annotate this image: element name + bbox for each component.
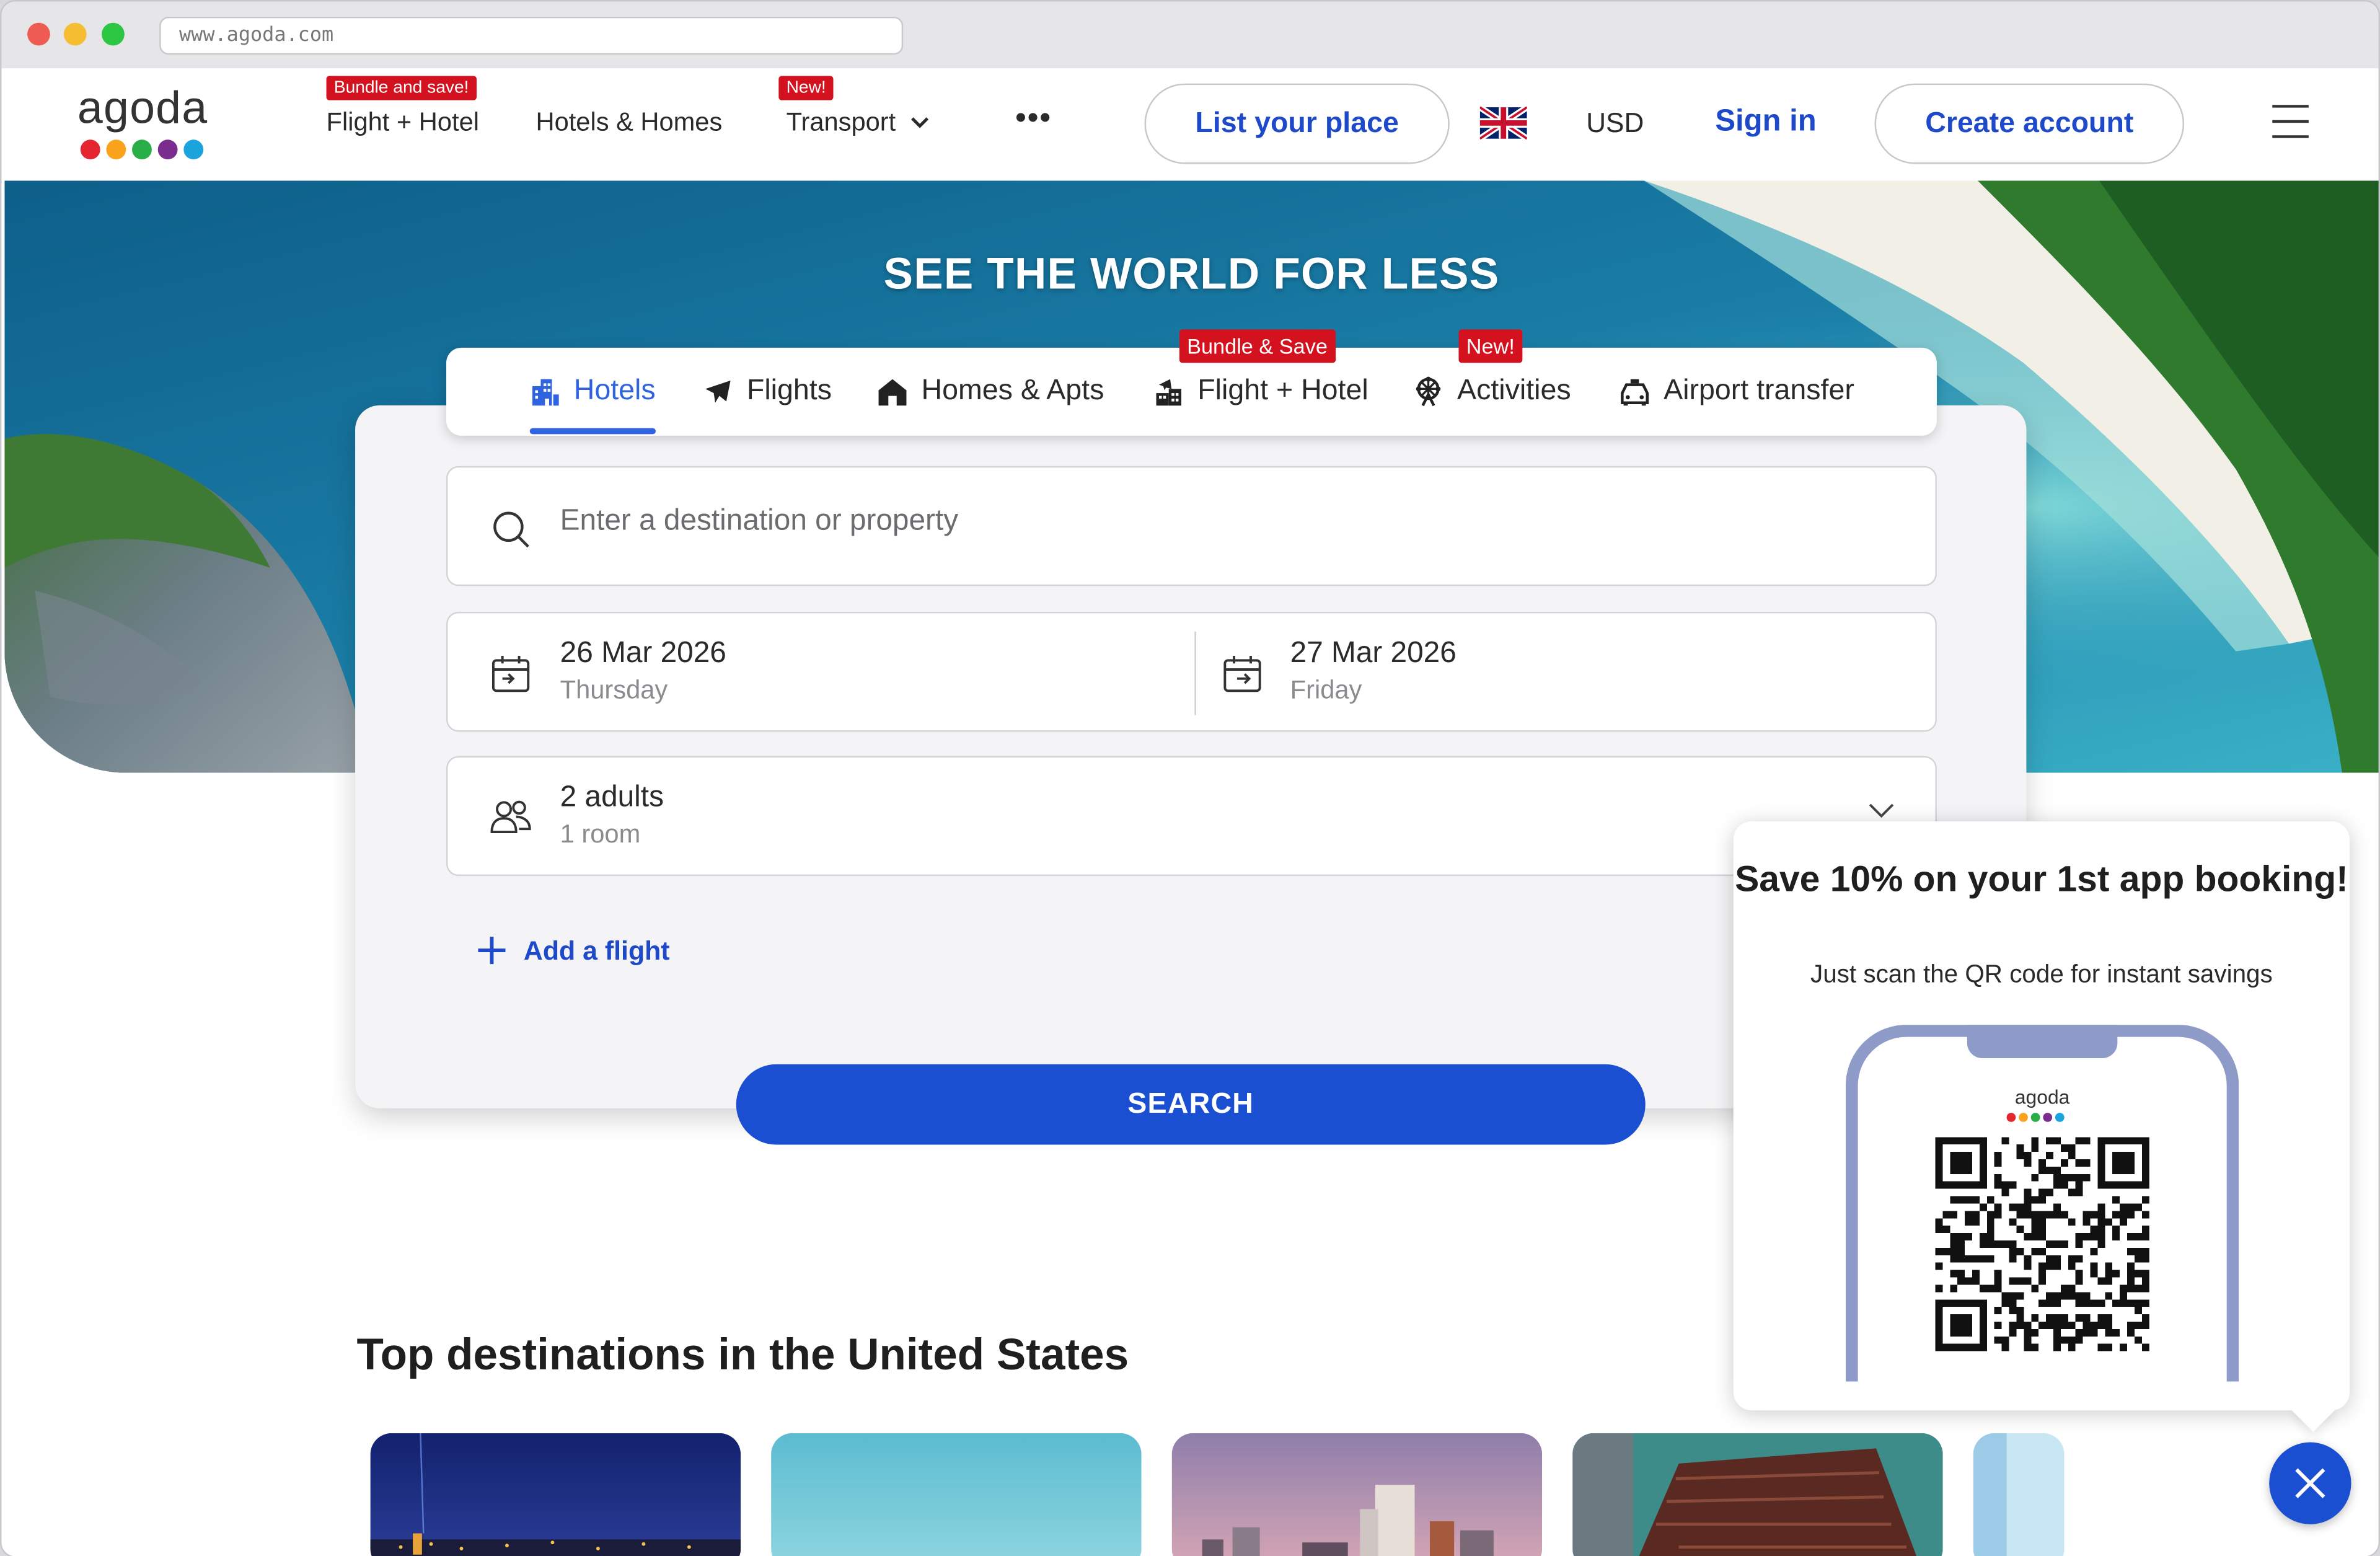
calendar-checkin-icon — [491, 655, 530, 692]
tab-hotels[interactable]: Hotels — [528, 348, 656, 436]
close-window-icon[interactable] — [27, 22, 50, 46]
nav-transport-label: Transport — [786, 107, 896, 137]
browser-window: www.agoda.com agoda Bundle and save! Fli… — [0, 0, 2380, 1556]
new-badge: New! — [778, 76, 834, 100]
popup-tail — [2291, 1389, 2335, 1432]
app-promo-popup: Save 10% on your 1st app booking! Just s… — [1733, 821, 2350, 1432]
tab-homes-apts[interactable]: Homes & Apts — [876, 348, 1104, 436]
create-account-button[interactable]: Create account — [1874, 83, 2185, 164]
search-icon — [493, 511, 529, 548]
hero-title: SEE THE WORLD FOR LESS — [883, 250, 1500, 299]
address-bar[interactable]: www.agoda.com — [159, 16, 904, 55]
hamburger-menu-icon[interactable] — [2272, 104, 2309, 140]
browser-titlebar: www.agoda.com — [1, 1, 2379, 69]
close-icon — [2295, 1468, 2325, 1498]
list-your-place-button[interactable]: List your place — [1144, 83, 1450, 164]
airplane-icon — [705, 380, 731, 403]
chevron-down-icon — [911, 117, 929, 128]
destination-card-5[interactable] — [1973, 1433, 2065, 1556]
search-button[interactable]: SEARCH — [736, 1064, 1646, 1145]
checkout-day: Friday — [1290, 675, 1362, 705]
ferris-wheel-icon — [1416, 376, 1441, 407]
destination-placeholder: Enter a destination or property — [560, 504, 959, 537]
tab-homes-apts-label: Homes & Apts — [921, 374, 1104, 407]
destination-card-2[interactable] — [771, 1433, 1142, 1556]
phone-mockup: agoda — [1845, 1025, 2239, 1382]
destination-card-3[interactable] — [1171, 1433, 1543, 1556]
flight-hotel-icon — [1156, 379, 1181, 406]
car-icon — [1621, 379, 1649, 406]
rooms-count: 1 room — [560, 820, 641, 849]
tab-flights-label: Flights — [746, 374, 832, 407]
checkin-day: Thursday — [560, 675, 668, 705]
tab-airport-transfer-label: Airport transfer — [1664, 374, 1854, 407]
phone-logo: agoda — [2014, 1085, 2070, 1108]
checkout-date-picker[interactable]: 27 Mar 2026 Friday — [1196, 613, 1939, 733]
home-icon — [878, 379, 907, 406]
more-options-icon[interactable]: ••• — [1015, 102, 1052, 136]
currency-selector[interactable]: USD — [1586, 108, 1644, 139]
close-popup-button[interactable] — [2269, 1442, 2351, 1524]
chevron-down-icon — [1869, 803, 1894, 818]
add-flight-button[interactable]: Add a flight — [475, 934, 670, 967]
destination-image-2 — [771, 1433, 1142, 1556]
checkin-date: 26 Mar 2026 — [560, 636, 726, 670]
sign-in-link[interactable]: Sign in — [1715, 105, 1816, 139]
tab-activities-label: Activities — [1457, 374, 1571, 407]
guests-icon — [490, 800, 531, 834]
active-tab-indicator — [529, 428, 656, 435]
destination-image-3 — [1171, 1433, 1543, 1556]
destination-card-1[interactable] — [370, 1433, 741, 1556]
calendar-checkout-icon — [1223, 655, 1261, 692]
minimize-window-icon[interactable] — [63, 22, 87, 46]
checkout-date: 27 Mar 2026 — [1290, 636, 1457, 670]
destination-image-5 — [1973, 1433, 2065, 1556]
plus-icon — [478, 937, 506, 965]
date-range-field: 26 Mar 2026 Thursday 27 Mar 2026 Friday — [446, 611, 1939, 733]
nav-hotels-homes[interactable]: Hotels & Homes — [536, 108, 722, 138]
add-flight-label: Add a flight — [523, 934, 670, 965]
logo-dots — [80, 139, 204, 160]
adults-count: 2 adults — [560, 780, 664, 814]
new-tab-badge: New! — [1458, 329, 1523, 363]
popup-subtitle: Just scan the QR code for instant saving… — [1810, 961, 2273, 989]
tab-flights[interactable]: Flights — [701, 348, 832, 436]
uk-flag-icon[interactable] — [1479, 106, 1527, 140]
qr-code[interactable] — [1935, 1137, 2149, 1351]
nav-flight-hotel[interactable]: Flight + Hotel — [327, 108, 479, 138]
destination-search-input[interactable]: Enter a destination or property — [446, 466, 1937, 586]
site-header: agoda Bundle and save! Flight + Hotel Ho… — [1, 68, 2379, 181]
maximize-window-icon[interactable] — [102, 22, 125, 46]
checkin-date-picker[interactable]: 26 Mar 2026 Thursday — [447, 613, 1196, 733]
guests-rooms-selector[interactable]: 2 adults 1 room — [446, 756, 1937, 877]
tab-flight-hotel-label: Flight + Hotel — [1197, 374, 1368, 407]
hotel-building-icon — [532, 379, 559, 406]
bundle-save-badge: Bundle and save! — [326, 76, 477, 100]
phone-notch — [1967, 1025, 2118, 1058]
destination-card-4[interactable] — [1572, 1433, 1943, 1556]
popup-title: Save 10% on your 1st app booking! — [1735, 859, 2348, 901]
phone-logo-dots — [2006, 1113, 2065, 1122]
top-destinations-title: Top destinations in the United States — [356, 1331, 1129, 1381]
logo-wordmark: agoda — [77, 83, 208, 134]
tab-hotels-label: Hotels — [573, 374, 656, 407]
tab-airport-transfer[interactable]: Airport transfer — [1618, 348, 1854, 436]
destination-image-4 — [1572, 1433, 1943, 1556]
nav-transport[interactable]: Transport — [787, 108, 931, 138]
bundle-save-tab-badge: Bundle & Save — [1179, 329, 1336, 363]
destination-image-1 — [370, 1433, 741, 1556]
